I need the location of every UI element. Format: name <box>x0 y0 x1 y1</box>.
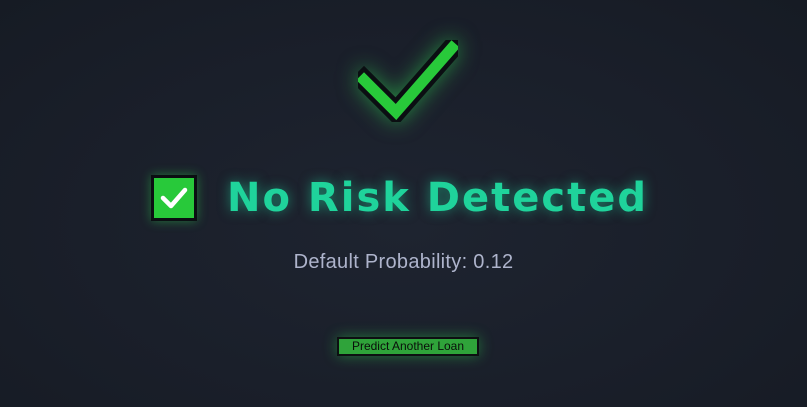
check-box-icon <box>151 175 198 221</box>
check-mark-icon <box>358 40 458 122</box>
result-heading: No Risk Detected <box>0 172 807 224</box>
default-probability: Default Probability: 0.12 <box>293 251 514 273</box>
predict-another-loan-button[interactable]: Predict Another Loan <box>337 337 479 356</box>
result-title: No Risk Detected <box>227 175 648 221</box>
